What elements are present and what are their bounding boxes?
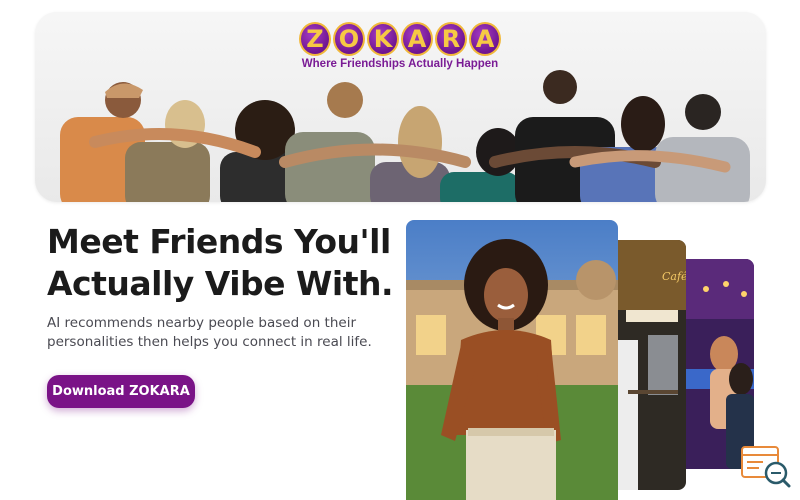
logo-letter: Z	[299, 22, 331, 56]
nightlife-photo	[686, 259, 754, 469]
review-search-icon	[741, 446, 791, 488]
landing-page: Z O K A R A Where Friendships Actually H…	[0, 0, 800, 500]
logo-letter: R	[435, 22, 467, 56]
logo-letter: A	[401, 22, 433, 56]
zokara-logo[interactable]: Z O K A R A	[297, 22, 503, 58]
headline-line-1: Meet Friends You'll	[47, 222, 391, 261]
logo-letter: K	[367, 22, 399, 56]
featured-photo	[406, 220, 618, 500]
description-line-2: personalities then helps you connect in …	[47, 334, 372, 350]
page-headline: Meet Friends You'll Actually Vibe With.	[47, 221, 407, 305]
logo-letter: A	[469, 22, 501, 56]
cafe-photo: Café	[618, 240, 686, 490]
review-widget-button[interactable]	[741, 446, 791, 488]
description-line-1: AI recommends nearby people based on the…	[47, 315, 356, 331]
logo-letter: O	[333, 22, 365, 56]
download-button[interactable]: Download ZOKARA	[47, 375, 195, 408]
headline-line-2: Actually Vibe With.	[47, 264, 394, 303]
svg-text:Café: Café	[662, 270, 686, 283]
hero-description: AI recommends nearby people based on the…	[47, 314, 397, 352]
brand-tagline: Where Friendships Actually Happen	[301, 58, 499, 70]
